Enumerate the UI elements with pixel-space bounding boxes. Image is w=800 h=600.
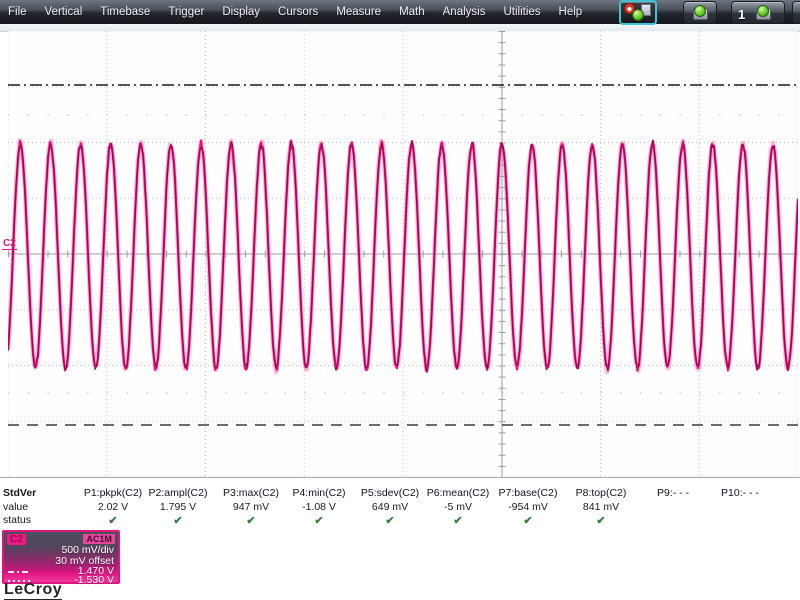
value-row-label: value [3,501,29,513]
display-toggle-button[interactable] [683,1,717,24]
green-status-orb-icon [757,5,769,17]
measurement-p9[interactable]: P9:- - - [657,487,689,527]
measurement-p4[interactable]: P4:min(C2) -1.08 V ✔ [292,487,345,527]
status-check-icon: ✔ [108,515,118,527]
scope-grid-svg [5,30,800,478]
measure-table-label: StdVer [3,487,37,499]
menu-trigger[interactable]: Trigger [159,0,213,24]
oscilloscope-screen: File Vertical Timebase Trigger Display C… [0,0,800,600]
green-status-orb-icon [694,5,706,17]
menu-bar: File Vertical Timebase Trigger Display C… [0,0,800,25]
waveform-display[interactable] [5,30,800,478]
status-check-icon: ✔ [173,515,183,527]
channel-zero-level-indicator[interactable]: C2 [2,238,17,250]
status-row-label: status [3,514,32,526]
menu-cursors[interactable]: Cursors [269,0,327,24]
measurement-p8[interactable]: P8:top(C2) 841 mV ✔ [576,487,627,527]
timer-capture-button[interactable] [619,0,657,25]
menu-analysis[interactable]: Analysis [434,0,495,24]
coupling-badge: AC1M [83,534,115,544]
measurement-p2[interactable]: P2:ampl(C2) 1.795 V ✔ [149,487,208,527]
measurement-p10[interactable]: P10:- - - [721,487,759,527]
status-check-icon: ✔ [453,515,463,527]
display-2-button-partial[interactable] [792,1,800,24]
status-check-icon: ✔ [385,515,395,527]
measurement-panel: StdVer value status P1:pkpk(C2) 2.02 V ✔… [0,478,800,530]
menu-help[interactable]: Help [550,0,592,24]
status-check-icon [721,514,759,527]
menu-utilities[interactable]: Utilities [494,0,549,24]
status-check-icon: ✔ [314,515,324,527]
status-check-icon: ✔ [246,515,256,527]
menu-vertical[interactable]: Vertical [36,0,92,24]
menu-measure[interactable]: Measure [327,0,390,24]
menu-timebase[interactable]: Timebase [91,0,159,24]
status-check-icon: ✔ [523,515,533,527]
channel-c2-descriptor[interactable]: C2 AC1M 500 mV/div 30 mV offset 1.470 V … [2,530,120,586]
display-1-badge: 1 [738,7,746,22]
menu-file[interactable]: File [0,0,36,24]
measurement-p3[interactable]: P3:max(C2) 947 mV ✔ [223,487,279,527]
channel-name-badge: C2 [7,534,26,545]
menu-display[interactable]: Display [213,0,269,24]
status-check-icon [657,514,689,527]
green-status-orb-icon [632,9,644,21]
lecroy-logo: LeCroy [4,582,63,600]
measurement-p5[interactable]: P5:sdev(C2) 649 mV ✔ [361,487,419,527]
status-check-icon: ✔ [596,515,606,527]
display-1-button[interactable]: 1 [731,1,785,24]
measurement-p1[interactable]: P1:pkpk(C2) 2.02 V ✔ [84,487,142,527]
menu-math[interactable]: Math [390,0,434,24]
lower-level-readout: -1.530 V [74,574,114,586]
measurement-p6[interactable]: P6:mean(C2) -5 mV ✔ [427,487,489,527]
measurement-p7[interactable]: P7:base(C2) -954 mV ✔ [499,487,558,527]
dash-dot-level-icon [8,571,30,573]
